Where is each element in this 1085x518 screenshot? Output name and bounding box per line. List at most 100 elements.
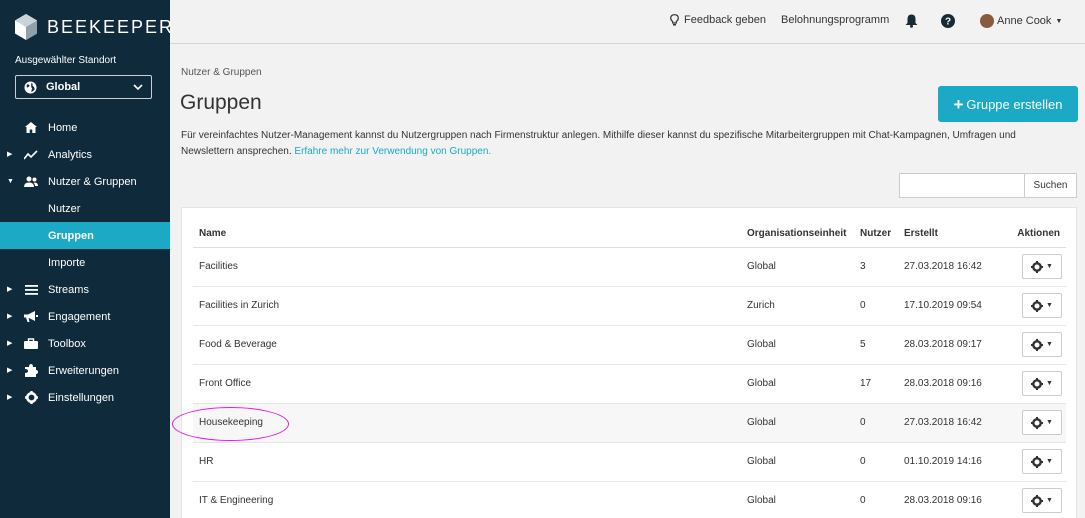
- top-bar: Feedback geben Belohnungsprogramm ? Anne…: [170, 0, 1085, 44]
- notifications-button[interactable]: [905, 14, 918, 28]
- group-user-count: 0: [854, 481, 898, 518]
- feedback-link[interactable]: Feedback geben: [670, 14, 766, 26]
- actions-dropdown-button[interactable]: ▼: [1022, 488, 1062, 513]
- sidebar-item-home[interactable]: Home: [0, 114, 170, 141]
- sidebar-item-gruppen[interactable]: Gruppen: [0, 222, 170, 249]
- main-content: Nutzer & Gruppen Gruppen + Gruppe erstel…: [170, 45, 1085, 518]
- group-name[interactable]: Food & Beverage: [193, 325, 741, 365]
- group-org-unit: Global: [741, 481, 854, 518]
- caret-down-icon: ▼: [1046, 458, 1053, 465]
- groups-table: Name Organisationseinheit Nutzer Erstell…: [172, 220, 1066, 518]
- sidebar-item-erweiterungen[interactable]: ▶ Erweiterungen: [0, 357, 170, 384]
- table-row[interactable]: Facilities in Zurich Zurich 0 17.10.2019…: [193, 286, 1066, 326]
- group-name[interactable]: Facilities in Zurich: [193, 286, 741, 326]
- caret-down-icon: ▼: [1046, 341, 1053, 348]
- group-user-count: 0: [854, 286, 898, 326]
- create-group-label: Gruppe erstellen: [966, 96, 1063, 112]
- group-name-text: HR: [199, 456, 214, 467]
- sidebar-item-label: Streams: [48, 283, 89, 296]
- user-menu[interactable]: Anne Cook ▼: [980, 14, 1062, 28]
- gear-icon: [1031, 494, 1044, 507]
- table-row[interactable]: Food & Beverage Global 5 28.03.2018 09:1…: [193, 325, 1066, 365]
- group-actions-cell: ▼: [1006, 403, 1066, 443]
- home-icon: [24, 121, 38, 135]
- header-created[interactable]: Erstellt: [898, 220, 1006, 248]
- header-org-unit[interactable]: Organisationseinheit: [741, 220, 854, 248]
- group-actions-cell: ▼: [1006, 247, 1066, 287]
- actions-dropdown-button[interactable]: ▼: [1022, 254, 1062, 279]
- learn-more-link[interactable]: Erfahre mehr zur Verwendung von Gruppen.: [294, 146, 491, 157]
- actions-dropdown-button[interactable]: ▼: [1022, 410, 1062, 435]
- sidebar-item-label: Home: [48, 121, 78, 134]
- page-title: Gruppen: [180, 91, 262, 114]
- caret-down-icon: ▼: [1046, 380, 1053, 387]
- group-created: 01.10.2019 14:16: [898, 442, 1006, 482]
- group-created: 28.03.2018 09:16: [898, 481, 1006, 518]
- sidebar-item-importe[interactable]: Importe: [0, 249, 170, 276]
- rewards-link[interactable]: Belohnungsprogramm: [781, 14, 889, 26]
- group-name-text: Facilities in Zurich: [199, 300, 280, 311]
- table-row[interactable]: Housekeeping Global 0 27.03.2018 16:42 ▼: [172, 403, 1066, 443]
- caret-down-icon: ▼: [1046, 302, 1053, 309]
- table-row[interactable]: IT & Engineering Global 0 28.03.2018 09:…: [193, 481, 1066, 518]
- sidebar-item-toolbox[interactable]: ▶ Toolbox: [0, 330, 170, 357]
- header-name[interactable]: Name: [193, 220, 741, 248]
- gear-icon: [1031, 299, 1044, 312]
- caret-down-icon: ▼: [1055, 17, 1063, 25]
- create-group-button[interactable]: + Gruppe erstellen: [938, 86, 1078, 122]
- group-created: 27.03.2018 16:42: [898, 403, 1006, 443]
- sidebar-item-label: Gruppen: [48, 229, 94, 242]
- help-button[interactable]: ?: [941, 14, 955, 28]
- rewards-label: Belohnungsprogramm: [781, 14, 890, 26]
- caret-right-icon: ▶: [7, 393, 13, 401]
- caret-down-icon: ▼: [1046, 263, 1053, 270]
- svg-text:?: ?: [945, 17, 951, 28]
- group-name[interactable]: Facilities: [193, 247, 741, 287]
- group-name-text: Food & Beverage: [199, 339, 277, 350]
- lightbulb-icon: [670, 14, 679, 26]
- group-actions-cell: ▼: [1006, 286, 1066, 326]
- brand-logo[interactable]: BEEKEEPER: [15, 14, 174, 40]
- group-name[interactable]: Front Office: [193, 364, 741, 404]
- puzzle-icon: [24, 364, 38, 378]
- group-name[interactable]: IT & Engineering: [193, 481, 741, 518]
- caret-right-icon: ▶: [7, 366, 13, 374]
- location-select[interactable]: Global: [15, 75, 152, 99]
- group-org-unit: Zurich: [741, 286, 854, 326]
- header-users[interactable]: Nutzer: [854, 220, 898, 248]
- feedback-label: Feedback geben: [684, 14, 766, 26]
- avatar: [980, 14, 994, 28]
- group-org-unit: Global: [741, 403, 854, 443]
- sidebar-item-einstellungen[interactable]: ▶ Einstellungen: [0, 384, 170, 411]
- caret-down-icon: ▼: [7, 177, 14, 185]
- table-row[interactable]: Facilities Global 3 27.03.2018 16:42 ▼: [193, 247, 1066, 287]
- group-name[interactable]: Housekeeping: [172, 403, 741, 443]
- actions-dropdown-button[interactable]: ▼: [1022, 293, 1062, 318]
- group-name-text: Facilities: [199, 261, 238, 272]
- table-row[interactable]: Front Office Global 17 28.03.2018 09:16 …: [193, 364, 1066, 404]
- group-created: 27.03.2018 16:42: [898, 247, 1006, 287]
- breadcrumb[interactable]: Nutzer & Gruppen: [181, 67, 262, 78]
- brand-name: BEEKEEPER: [47, 16, 175, 37]
- sidebar-item-streams[interactable]: ▶ Streams: [0, 276, 170, 303]
- group-org-unit: Global: [741, 442, 854, 482]
- search-button[interactable]: Suchen: [1024, 173, 1077, 198]
- sidebar-item-label: Nutzer: [48, 202, 81, 215]
- sidebar-item-analytics[interactable]: ▶ Analytics: [0, 141, 170, 168]
- sidebar-item-users-groups[interactable]: ▼ Nutzer & Gruppen: [0, 168, 170, 195]
- gear-icon: [1031, 338, 1044, 351]
- sidebar-item-label: Engagement: [48, 310, 111, 323]
- sidebar-item-nutzer[interactable]: Nutzer: [0, 195, 170, 222]
- gear-icon: [1031, 377, 1044, 390]
- group-actions-cell: ▼: [1006, 442, 1066, 482]
- actions-dropdown-button[interactable]: ▼: [1022, 371, 1062, 396]
- group-created: 28.03.2018 09:17: [898, 325, 1006, 365]
- group-name[interactable]: HR: [193, 442, 741, 482]
- search-input[interactable]: [899, 173, 1025, 198]
- actions-dropdown-button[interactable]: ▼: [1022, 449, 1062, 474]
- actions-dropdown-button[interactable]: ▼: [1022, 332, 1062, 357]
- sidebar-item-label: Einstellungen: [48, 391, 115, 404]
- table-row[interactable]: HR Global 0 01.10.2019 14:16 ▼: [193, 442, 1066, 482]
- table-header-row: Name Organisationseinheit Nutzer Erstell…: [193, 220, 1066, 248]
- sidebar-item-engagement[interactable]: ▶ Engagement: [0, 303, 170, 330]
